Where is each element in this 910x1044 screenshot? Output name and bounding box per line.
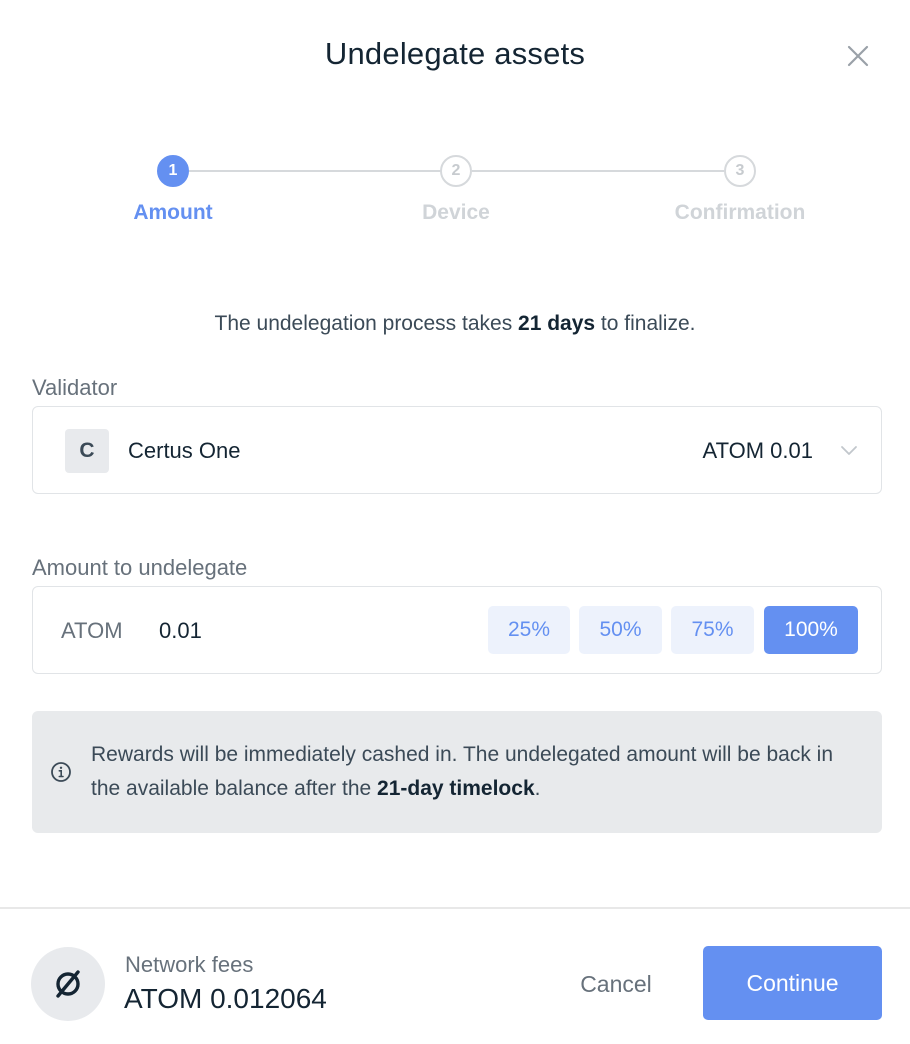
percent-25-button[interactable]: 25% [488, 606, 570, 654]
amount-field: ATOM 25% 50% 75% 100% [32, 586, 882, 674]
chevron-down-icon [841, 446, 857, 455]
notice-bold: 21 days [518, 312, 596, 335]
percent-100-button[interactable]: 100% [764, 606, 858, 654]
validator-label: Validator [32, 375, 118, 400]
step-number: 3 [724, 155, 756, 187]
info-alert: Rewards will be immediately cashed in. T… [32, 711, 882, 833]
info-text-bold: 21-day timelock [377, 777, 535, 800]
cancel-button[interactable]: Cancel [560, 954, 672, 1014]
validator-name: Certus One [128, 438, 241, 463]
step-label: Device [422, 201, 490, 224]
empty-set-icon [56, 970, 80, 998]
amount-label: Amount to undelegate [32, 555, 248, 580]
validator-avatar: C [65, 429, 109, 473]
step-label: Amount [133, 201, 213, 224]
footer-divider [0, 907, 910, 909]
step-confirmation: 3 Confirmation [640, 155, 840, 225]
info-text-body: . [534, 777, 541, 800]
close-button[interactable] [842, 40, 874, 72]
notice-text: to finalize. [595, 312, 696, 335]
network-fees-value: ATOM 0.012064 [124, 983, 327, 1014]
close-icon [847, 45, 869, 67]
validator-amount: ATOM 0.01 [702, 438, 813, 463]
undelegation-notice: The undelegation process takes 21 days t… [0, 312, 910, 336]
network-fee-badge [31, 947, 105, 1021]
validator-select[interactable]: C Certus One ATOM 0.01 [32, 406, 882, 494]
step-number: 2 [440, 155, 472, 187]
step-amount: 1 Amount [73, 155, 273, 225]
continue-button[interactable]: Continue [703, 946, 882, 1020]
amount-unit: ATOM [61, 618, 123, 643]
amount-input[interactable] [159, 609, 459, 653]
step-device: 2 Device [356, 155, 556, 225]
stepper: 1 Amount 2 Device 3 Confirmation [0, 155, 910, 235]
notice-text: The undelegation process takes [214, 312, 519, 335]
step-label: Confirmation [674, 201, 806, 224]
percent-50-button[interactable]: 50% [579, 606, 662, 654]
percent-75-button[interactable]: 75% [671, 606, 754, 654]
dialog-title: Undelegate assets [324, 36, 586, 71]
info-icon [51, 762, 71, 782]
step-number: 1 [157, 155, 189, 187]
network-fees-label: Network fees [125, 952, 254, 977]
info-text: Rewards will be immediately cashed in. T… [91, 738, 851, 806]
